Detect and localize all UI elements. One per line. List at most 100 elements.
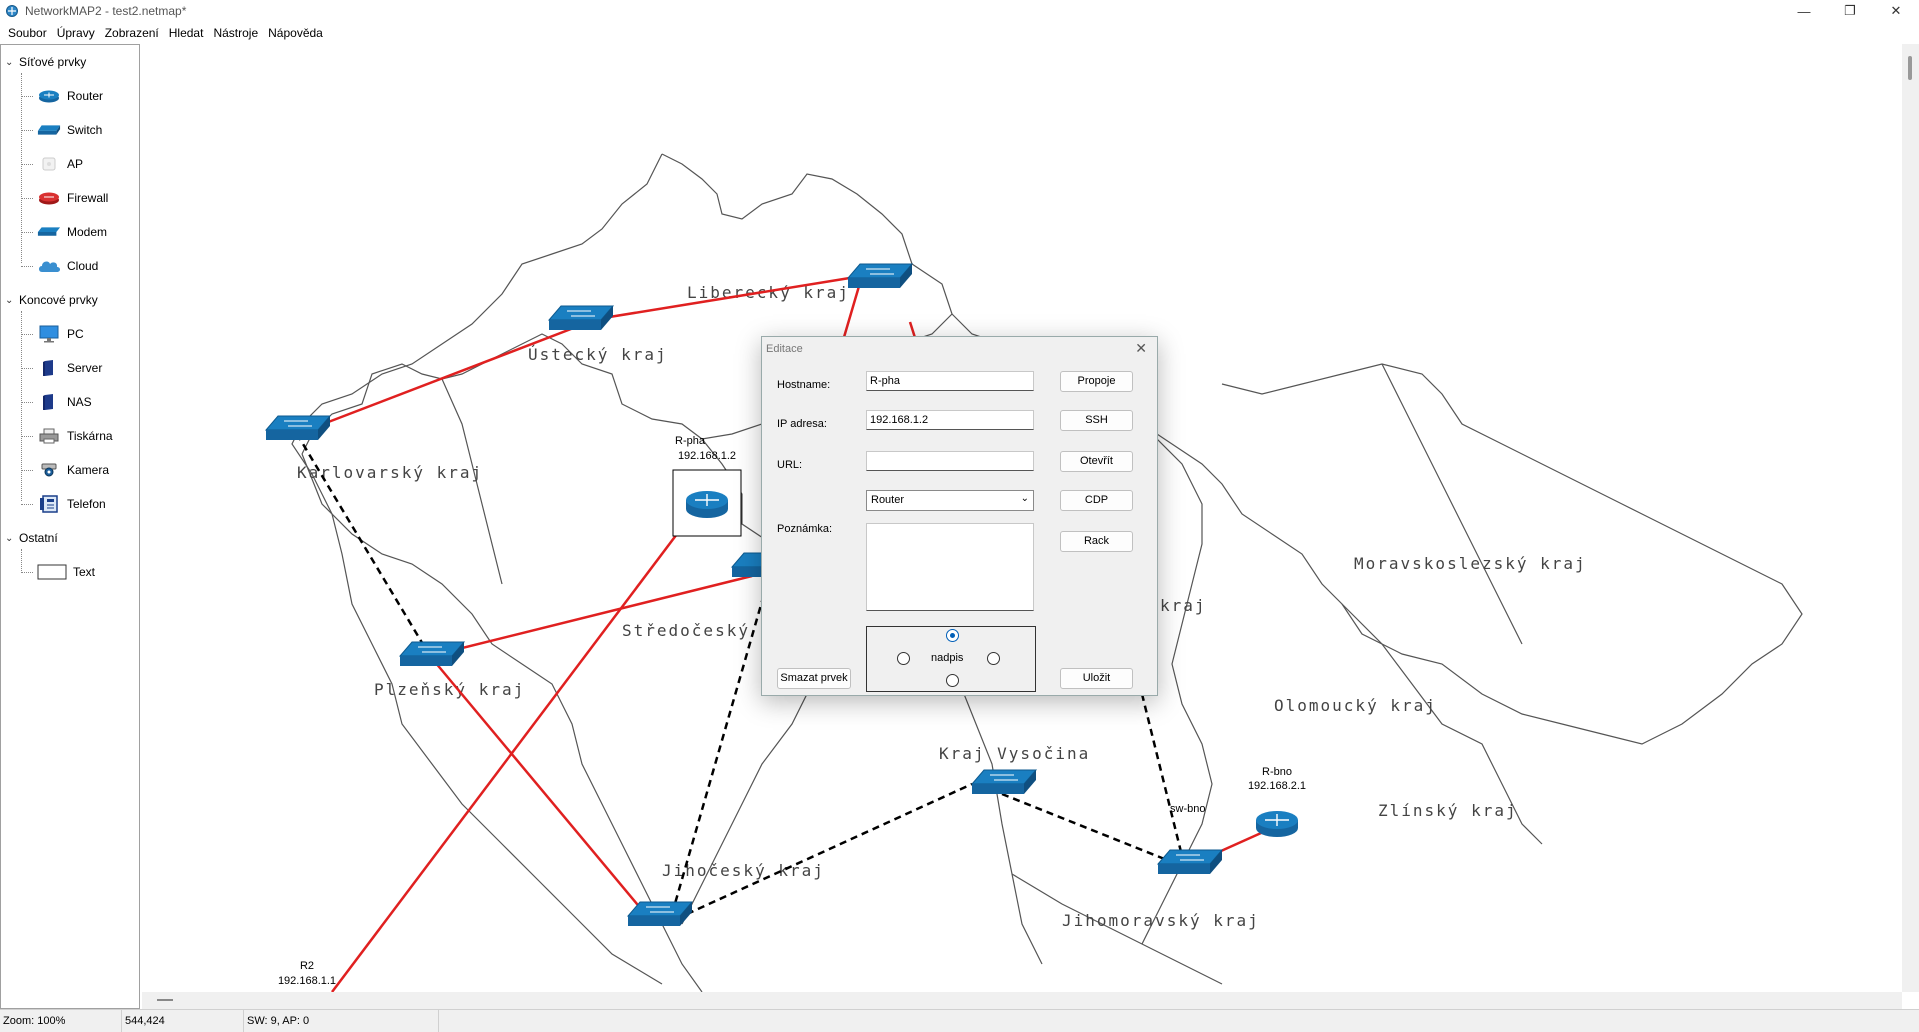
palette-item-switch[interactable]: Switch — [21, 119, 102, 141]
node-label-sw-bno: sw-bno — [1170, 803, 1205, 815]
router-node-r-pha[interactable] — [672, 469, 742, 537]
node-label-r2-ip: 192.168.1.1 — [278, 975, 336, 987]
device-type-select[interactable]: Router ⌄ — [866, 490, 1034, 511]
menu-hledat[interactable]: Hledat — [164, 22, 209, 44]
maximize-button[interactable]: ❐ — [1827, 0, 1873, 22]
phone-icon — [37, 495, 61, 513]
tree-group-label: Síťové prvky — [19, 55, 87, 69]
ip-label: IP adresa: — [777, 418, 827, 430]
link-dashed[interactable] — [1140, 693, 1184, 857]
open-url-button[interactable]: Otevřít — [1060, 451, 1133, 472]
label-position-top-radio[interactable] — [946, 629, 959, 642]
link-solid[interactable] — [331, 533, 678, 992]
palette-item-ap[interactable]: AP — [21, 153, 83, 175]
label-position-bottom-radio[interactable] — [946, 674, 959, 687]
dialog-title: Editace — [766, 343, 803, 355]
switch-node[interactable] — [970, 769, 1038, 794]
horizontal-scrollbar[interactable] — [142, 992, 1902, 1009]
palette-item-label: Text — [73, 565, 96, 579]
tree-group-label: Ostatní — [19, 531, 58, 545]
scroll-thumb[interactable] — [1908, 56, 1912, 80]
chevron-down-icon: ⌄ — [1020, 493, 1029, 504]
chevron-down-icon[interactable]: ⌄ — [5, 57, 15, 68]
tree-group-sitove-prvky[interactable]: ⌄ Síťové prvky — [5, 53, 86, 71]
node-label-r-bno-ip: 192.168.2.1 — [1248, 780, 1306, 792]
switch-node[interactable] — [846, 263, 914, 288]
scroll-thumb[interactable] — [157, 999, 173, 1001]
region-label-plzensky: Plzeňský kraj — [374, 680, 525, 699]
switch-node-sw-bno[interactable] — [1156, 849, 1224, 874]
ssh-button[interactable]: SSH — [1060, 410, 1133, 431]
rack-button[interactable]: Rack — [1060, 531, 1133, 552]
menu-zobrazeni[interactable]: Zobrazení — [100, 22, 164, 44]
region-label-zlinsky: Zlínský kraj — [1378, 801, 1518, 820]
dialog-close-icon[interactable]: ✕ — [1135, 340, 1147, 357]
tree-group-koncove-prvky[interactable]: ⌄ Koncové prvky — [5, 291, 98, 309]
label-position-picker: nadpis — [866, 626, 1036, 692]
palette-item-firewall[interactable]: Firewall — [21, 187, 108, 209]
palette-item-kamera[interactable]: Kamera — [21, 459, 109, 481]
access-point-icon — [37, 155, 61, 173]
chevron-down-icon[interactable]: ⌄ — [5, 533, 15, 544]
device-palette-tree: ⌄ Síťové prvky Router Switch AP Firewall… — [0, 44, 140, 1009]
server-icon — [37, 359, 61, 377]
switch-node[interactable] — [626, 901, 694, 926]
menu-napoveda[interactable]: Nápověda — [263, 22, 328, 44]
palette-item-tiskarna[interactable]: Tiskárna — [21, 425, 113, 447]
close-window-button[interactable]: ✕ — [1873, 0, 1919, 22]
menu-nastroje[interactable]: Nástroje — [208, 22, 263, 44]
palette-item-cloud[interactable]: Cloud — [21, 255, 98, 277]
hostname-label: Hostname: — [777, 379, 831, 391]
switch-node[interactable] — [398, 641, 466, 666]
switch-node[interactable] — [547, 305, 615, 330]
hostname-input[interactable] — [866, 371, 1034, 391]
label-position-left-radio[interactable] — [897, 652, 910, 665]
node-label-r-pha-name: R-pha — [675, 435, 706, 447]
palette-item-nas[interactable]: NAS — [21, 391, 92, 413]
region-label-liberecky: Liberecký kraj — [687, 283, 850, 302]
text-box-icon — [37, 563, 67, 581]
propoje-button[interactable]: Propoje — [1060, 371, 1133, 392]
cdp-button[interactable]: CDP — [1060, 490, 1133, 511]
menu-soubor[interactable]: Soubor — [3, 22, 52, 44]
palette-item-server[interactable]: Server — [21, 357, 102, 379]
note-textarea[interactable] — [866, 523, 1034, 611]
save-button[interactable]: Uložit — [1060, 668, 1133, 689]
camera-icon — [37, 461, 61, 479]
tree-group-ostatni[interactable]: ⌄ Ostatní — [5, 529, 58, 547]
window-title: NetworkMAP2 - test2.netmap* — [25, 4, 187, 18]
palette-item-modem[interactable]: Modem — [21, 221, 107, 243]
link-dashed[interactable] — [1001, 792, 1183, 868]
delete-device-button[interactable]: Smazat prvek — [777, 668, 851, 689]
link-solid[interactable] — [296, 317, 598, 436]
palette-item-pc[interactable]: PC — [21, 323, 84, 345]
ip-address-input[interactable] — [866, 410, 1034, 430]
router-node-r-bno[interactable] — [1256, 811, 1298, 837]
palette-item-telefon[interactable]: Telefon — [21, 493, 106, 515]
menu-upravy[interactable]: Úpravy — [52, 22, 100, 44]
label-position-caption: nadpis — [931, 652, 964, 664]
label-position-right-radio[interactable] — [987, 652, 1000, 665]
link-solid[interactable] — [429, 655, 648, 917]
chevron-down-icon[interactable]: ⌄ — [5, 295, 15, 306]
switch-icon — [37, 121, 61, 139]
palette-item-label: Cloud — [67, 259, 99, 273]
link-solid[interactable] — [429, 574, 753, 658]
switch-node[interactable] — [264, 415, 332, 440]
cloud-icon — [37, 257, 61, 275]
status-counts: SW: 9, AP: 0 — [244, 1009, 439, 1032]
nas-icon — [37, 393, 61, 411]
tree-group-label: Koncové prvky — [19, 293, 98, 307]
url-input[interactable] — [866, 451, 1034, 471]
vertical-scrollbar[interactable] — [1902, 44, 1919, 992]
palette-item-text[interactable]: Text — [21, 561, 95, 583]
minimize-button[interactable]: — — [1781, 0, 1827, 22]
palette-item-router[interactable]: Router — [21, 85, 103, 107]
link-dashed[interactable] — [686, 782, 973, 916]
device-type-value: Router — [871, 494, 905, 506]
router-icon — [37, 87, 61, 105]
region-label-kraj-partial: kraj — [1160, 596, 1207, 615]
status-coordinates: 544,424 — [122, 1009, 244, 1032]
menu-bar: Soubor Úpravy Zobrazení Hledat Nástroje … — [0, 22, 1919, 44]
modem-icon — [37, 223, 61, 241]
